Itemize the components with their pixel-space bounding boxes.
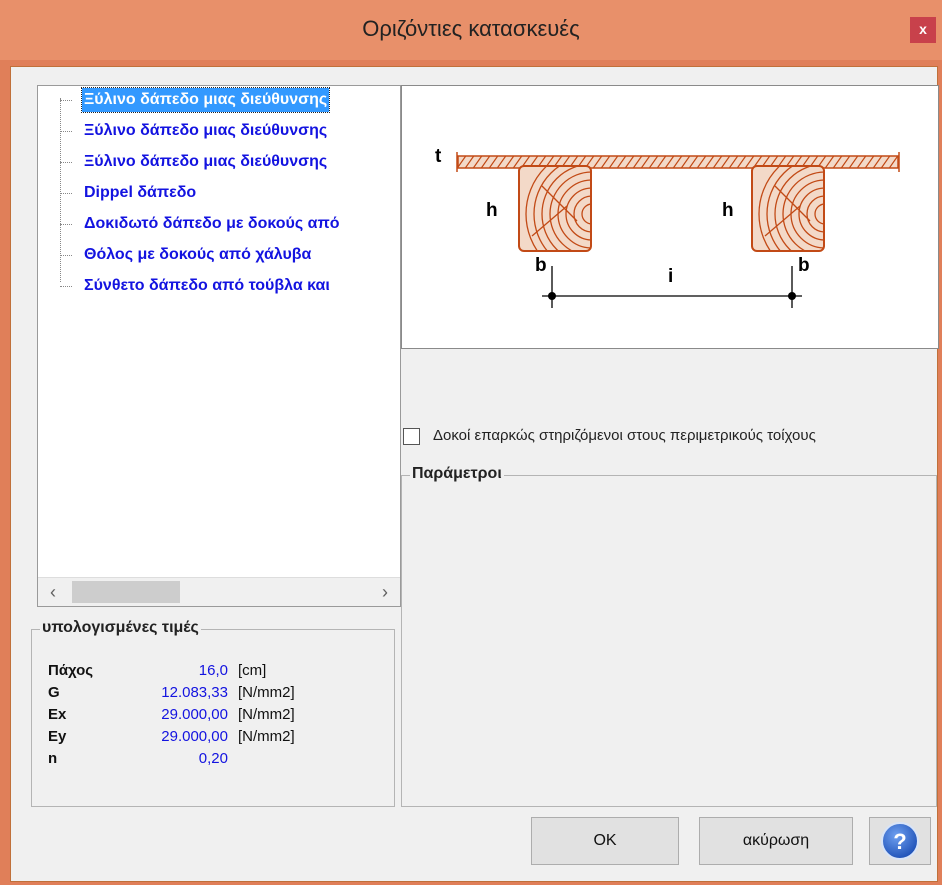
dialog-body: Ξύλινο δάπεδο μιας διεύθυνσης Ξύλινο δάπ… [10, 66, 939, 882]
tree-item-label: Σύνθετο δάπεδο από τούβλα και [84, 277, 330, 294]
tree-item-dippel-floor[interactable]: Dippel δάπεδο [38, 181, 400, 205]
tree-item-label: Dippel δάπεδο [84, 184, 197, 201]
scroll-left-icon[interactable]: ‹ [38, 578, 68, 606]
dimension-node-right [788, 292, 796, 300]
title-bar: Οριζόντιες κατασκευές x [0, 0, 942, 60]
calc-name: Ex [48, 706, 67, 723]
scrollbar-thumb[interactable] [72, 581, 180, 603]
calc-value: 0,20 [198, 750, 228, 767]
parameters-group: Παράμετροι [401, 465, 937, 807]
tree-item-label: Ξύλινο δάπεδο μιας διεύθυνσης [80, 87, 331, 113]
calc-row-thickness: Πάχος 16,0 [cm] [48, 660, 368, 682]
dimension-node-left [548, 292, 556, 300]
calc-name: n [48, 750, 58, 767]
calc-value: 12.083,33 [161, 684, 228, 701]
calc-name: Ey [48, 728, 67, 745]
beam-left [518, 165, 592, 252]
calc-unit: [N/mm2] [238, 728, 295, 745]
calc-row-ex: Ex 29.000,00 [N/mm2] [48, 704, 368, 726]
label-b-left: b [535, 255, 547, 276]
timber-floor-section-diagram: t h h b b i [435, 146, 900, 308]
window-title: Οριζόντιες κατασκευές [362, 16, 580, 41]
scroll-right-icon[interactable]: › [370, 578, 400, 606]
tree-branch [60, 224, 72, 225]
tree-branch [60, 255, 72, 256]
parameters-legend: Παράμετροι [410, 465, 504, 483]
calc-unit: [cm] [238, 662, 267, 679]
calculated-values-group: υπολογισμένες τιμές Πάχος 16,0 [cm] G 12… [31, 619, 395, 807]
calc-value: 16,0 [198, 662, 228, 679]
label-h-left: h [486, 200, 498, 221]
tree-item-label: Δοκιδωτό δάπεδο με δοκούς από [84, 215, 340, 232]
label-h-right: h [722, 200, 734, 221]
tree-horizontal-scrollbar[interactable]: ‹ › [38, 577, 400, 606]
cancel-button[interactable]: ακύρωση [699, 817, 853, 865]
calc-unit: [N/mm2] [238, 706, 295, 723]
label-b-right: b [798, 255, 810, 276]
floor-type-tree[interactable]: Ξύλινο δάπεδο μιας διεύθυνσης Ξύλινο δάπ… [37, 85, 401, 607]
tree-item-vault-steel-beams[interactable]: Θόλος με δοκούς από χάλυβα [38, 243, 400, 267]
calc-row-g: G 12.083,33 [N/mm2] [48, 682, 368, 704]
tree-item-label: Θόλος με δοκούς από χάλυβα [84, 246, 312, 263]
tree-item-timber-floor-3[interactable]: Ξύλινο δάπεδο μιας διεύθυνσης [38, 150, 400, 174]
calc-name: G [48, 684, 60, 701]
tree-branch [60, 286, 72, 287]
beam-right [751, 165, 825, 252]
calc-value: 29.000,00 [161, 728, 228, 745]
help-button[interactable]: ? [869, 817, 931, 865]
ok-button[interactable]: OK [531, 817, 679, 865]
tree-item-ribbed-floor[interactable]: Δοκιδωτό δάπεδο με δοκούς από [38, 212, 400, 236]
calc-value: 29.000,00 [161, 706, 228, 723]
tree-item-timber-floor-2[interactable]: Ξύλινο δάπεδο μιας διεύθυνσης [38, 119, 400, 143]
tree-branch [60, 100, 72, 101]
label-i: i [668, 266, 673, 287]
tree-item-label: Ξύλινο δάπεδο μιας διεύθυνσης [84, 153, 328, 170]
calc-row-n: n 0,20 [48, 748, 368, 770]
calculated-values-legend: υπολογισμένες τιμές [40, 619, 201, 637]
tree-item-timber-floor-1[interactable]: Ξύλινο δάπεδο μιας διεύθυνσης [38, 87, 400, 113]
tree-branch [60, 193, 72, 194]
beams-supported-option[interactable]: Δοκοί επαρκώς στηριζόμενοι στους περιμετ… [403, 425, 937, 447]
label-t: t [435, 146, 442, 167]
close-button[interactable]: x [910, 17, 936, 43]
tree-item-composite-brick-floor[interactable]: Σύνθετο δάπεδο από τούβλα και [38, 274, 400, 298]
tree-branch [60, 162, 72, 163]
calc-row-ey: Ey 29.000,00 [N/mm2] [48, 726, 368, 748]
floor-section-preview: t h h b b i [401, 85, 939, 349]
calc-name: Πάχος [48, 662, 94, 679]
help-icon: ? [881, 822, 919, 860]
calc-unit: [N/mm2] [238, 684, 295, 701]
beams-supported-label: Δοκοί επαρκώς στηριζόμενοι στους περιμετ… [433, 427, 816, 444]
tree-branch [60, 131, 72, 132]
tree-item-label: Ξύλινο δάπεδο μιας διεύθυνσης [84, 122, 328, 139]
svg-text:?: ? [893, 829, 906, 854]
beams-supported-checkbox[interactable] [403, 428, 420, 445]
